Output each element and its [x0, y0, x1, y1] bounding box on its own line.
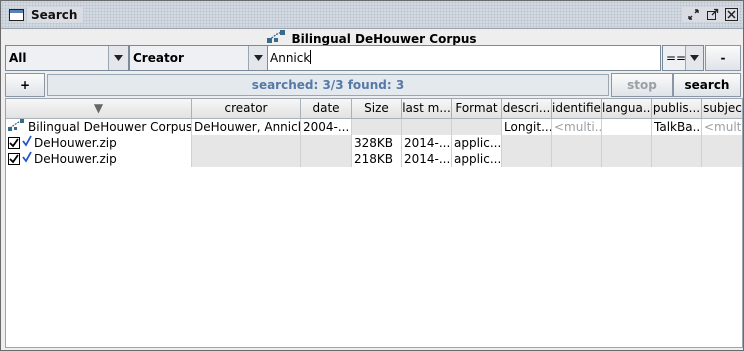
iconify-icon[interactable] [686, 7, 701, 22]
row-name: Bilingual DeHouwer Corpus [28, 120, 192, 134]
column-header-publisher[interactable]: publis... [652, 99, 702, 118]
cell-size: 328KB [352, 135, 402, 151]
row-name: DeHouwer.zip [34, 136, 117, 150]
column-header-identifier[interactable]: identifier [552, 99, 602, 118]
row-name-cell: DeHouwer.zip [6, 135, 192, 151]
column-header-last-modified[interactable]: last m... [402, 99, 452, 118]
results-table: ▼ creator date Size last m... Format des… [5, 98, 743, 348]
table-header: ▼ creator date Size last m... Format des… [6, 99, 742, 119]
row-name-cell: Bilingual DeHouwer Corpus [6, 119, 192, 135]
cell-language [602, 151, 652, 167]
corpus-icon [8, 119, 26, 135]
cell-subject [702, 135, 742, 151]
column-header-format[interactable]: Format [452, 99, 502, 118]
field-value: Creator [133, 51, 184, 65]
cell-publisher [652, 135, 702, 151]
remove-criterion-button[interactable]: - [705, 45, 741, 71]
column-header-creator[interactable]: creator [192, 99, 301, 118]
scope-select[interactable]: All [5, 45, 129, 71]
checkbox-checked-icon[interactable] [8, 153, 20, 165]
cell-size: 218KB [352, 151, 402, 167]
window-controls [682, 7, 739, 22]
table-row[interactable]: DeHouwer.zip 218KB 2014-... applic... [6, 151, 742, 167]
column-header-date[interactable]: date [301, 99, 352, 118]
operator-value: == [666, 51, 687, 65]
chevron-down-icon[interactable] [108, 46, 128, 70]
window-icon [9, 9, 24, 21]
search-window: Search Bilingual DeHouwer Corpus All Cre… [0, 0, 744, 351]
column-header-name[interactable]: ▼ [6, 99, 192, 118]
cell-date: 2004-... [301, 119, 352, 135]
query-input[interactable]: Annick [267, 45, 661, 71]
cell-creator [192, 151, 301, 167]
table-row[interactable]: DeHouwer.zip 328KB 2014-... applic... [6, 135, 742, 151]
text-caret [310, 50, 312, 64]
cell-creator: DeHouwer, Annick [192, 119, 301, 135]
cell-size [352, 119, 402, 135]
column-header-description[interactable]: descri... [502, 99, 552, 118]
table-row[interactable]: Bilingual DeHouwer Corpus DeHouwer, Anni… [6, 119, 742, 135]
checkmark-icon [22, 135, 32, 151]
maximize-icon[interactable] [705, 7, 720, 22]
cell-description [502, 151, 552, 167]
column-header-language[interactable]: langua... [602, 99, 652, 118]
cell-date [301, 135, 352, 151]
cell-format: applic... [452, 135, 502, 151]
cell-publisher: TalkBa... [652, 119, 702, 135]
cell-date [301, 151, 352, 167]
operator-select[interactable]: == [662, 45, 704, 71]
cell-identifier [552, 135, 602, 151]
chevron-down-icon[interactable] [248, 46, 268, 70]
cell-subject [702, 151, 742, 167]
cell-language [602, 119, 652, 135]
cell-format: applic... [452, 151, 502, 167]
query-value: Annick [270, 51, 311, 65]
cell-publisher [652, 151, 702, 167]
cell-last-modified: 2014-... [402, 135, 452, 151]
cell-language [602, 135, 652, 151]
checkbox-checked-icon[interactable] [8, 137, 20, 149]
row-name: DeHouwer.zip [34, 152, 117, 166]
cell-subject: <multi... [702, 119, 742, 135]
cell-identifier: <multi... [552, 119, 602, 135]
scope-value: All [9, 51, 27, 65]
cell-creator [192, 135, 301, 151]
column-header-size[interactable]: Size [352, 99, 402, 118]
cell-format [452, 119, 502, 135]
cell-last-modified: 2014-... [402, 151, 452, 167]
add-criterion-button[interactable]: + [5, 73, 45, 97]
field-select[interactable]: Creator [129, 45, 269, 71]
cell-last-modified [402, 119, 452, 135]
column-header-subject[interactable]: subjec [702, 99, 742, 118]
stop-button[interactable]: stop [611, 73, 673, 97]
row-name-cell: DeHouwer.zip [6, 151, 192, 167]
cell-identifier [552, 151, 602, 167]
checkmark-icon [22, 151, 32, 167]
close-icon[interactable] [724, 7, 739, 22]
title-bar[interactable]: Search [1, 1, 743, 29]
window-title: Search [27, 7, 84, 23]
search-button[interactable]: search [673, 73, 741, 97]
cell-description [502, 135, 552, 151]
corpus-header: Bilingual DeHouwer Corpus [1, 29, 743, 46]
search-status: searched: 3/3 found: 3 [47, 74, 609, 96]
cell-description: Longit... [502, 119, 552, 135]
chevron-down-icon[interactable] [685, 46, 703, 70]
